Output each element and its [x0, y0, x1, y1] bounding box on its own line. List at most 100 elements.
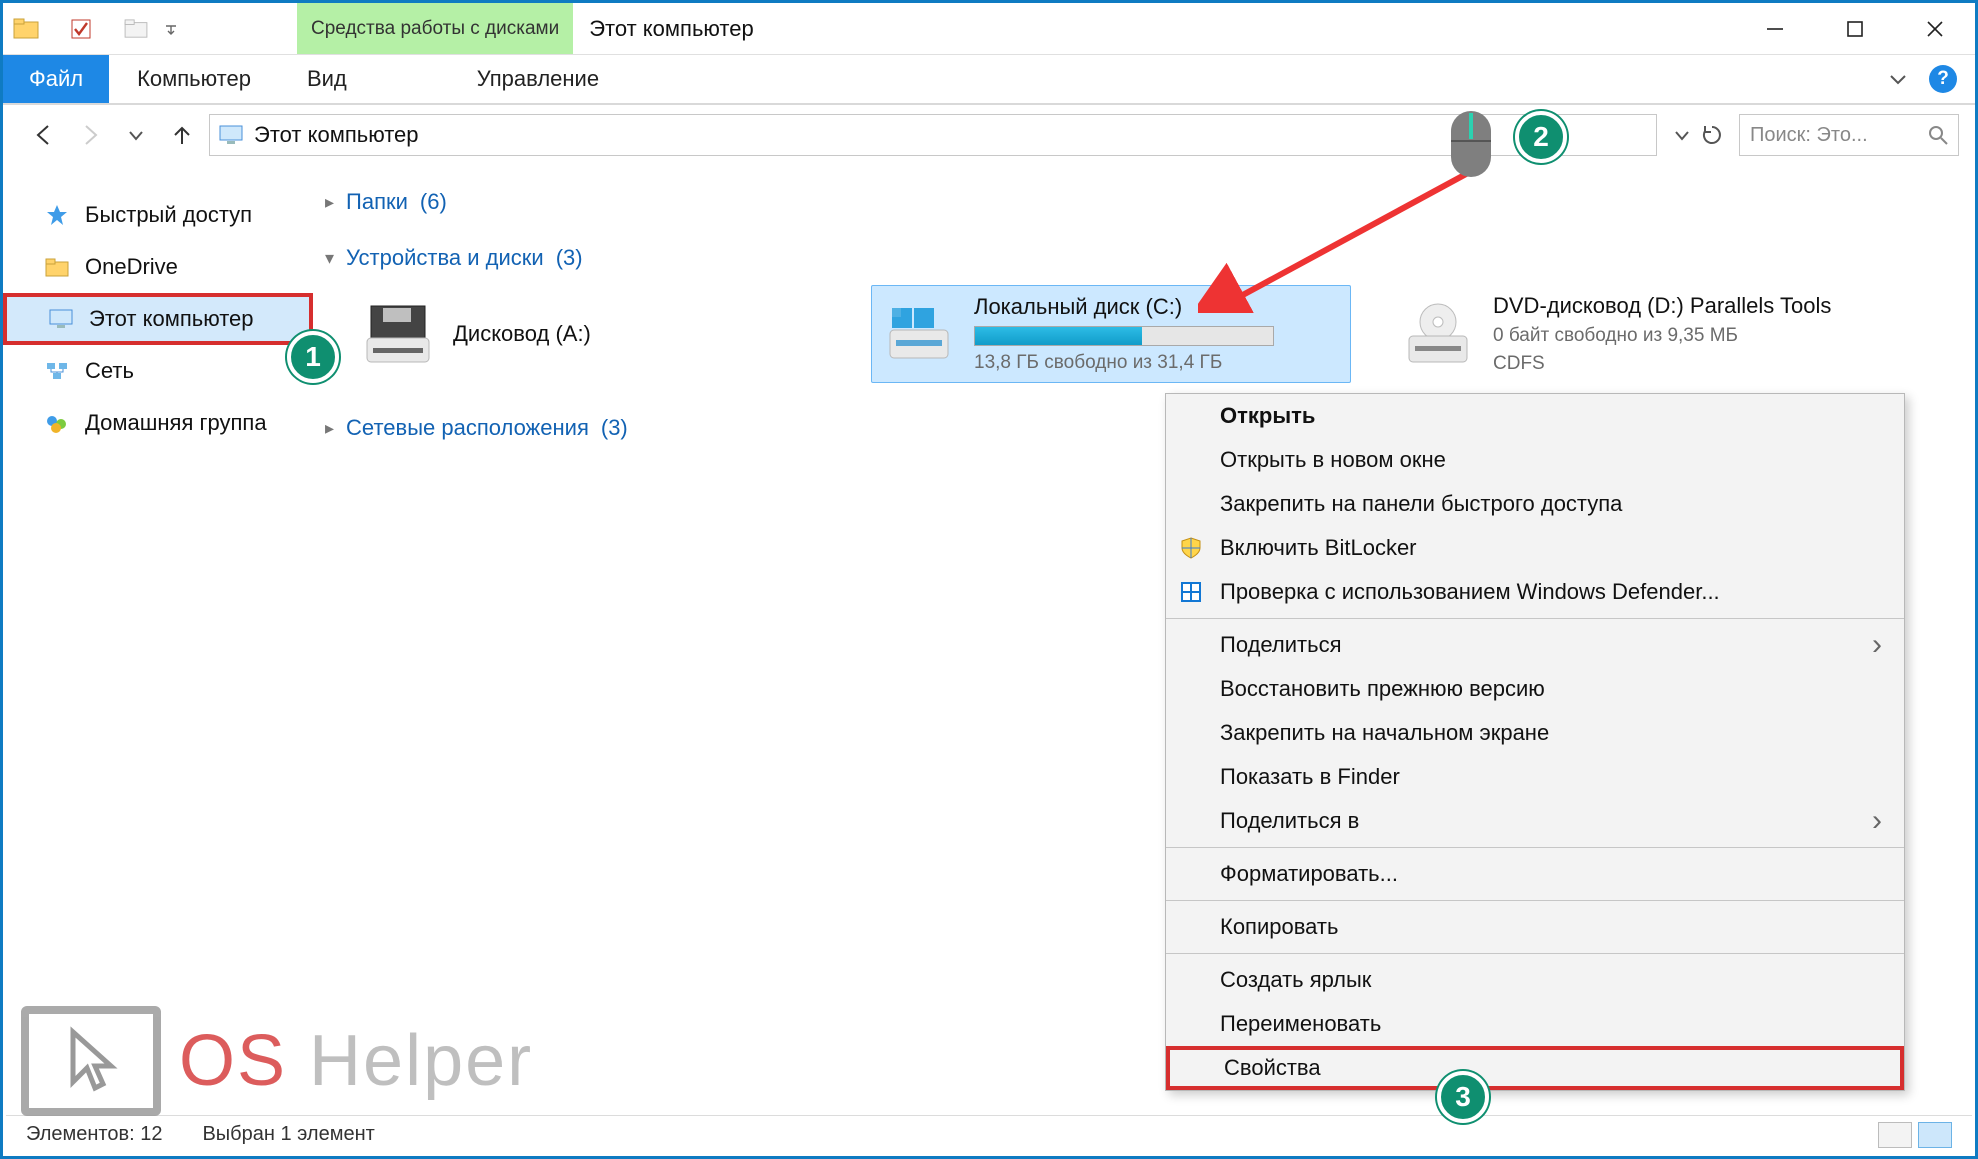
qat-customize-icon[interactable] — [161, 12, 181, 46]
network-icon — [43, 357, 71, 385]
watermark: OS Helper — [21, 1006, 533, 1116]
annotation-badge-2: 2 — [1515, 111, 1567, 163]
context-menu-item[interactable]: Поделиться› — [1166, 623, 1904, 667]
context-menu-label: Копировать — [1220, 914, 1338, 940]
sidebar-item-homegroup[interactable]: Домашняя группа — [3, 397, 313, 449]
tab-view[interactable]: Вид — [279, 55, 375, 103]
qat-properties-icon[interactable] — [64, 12, 98, 46]
watermark-os: OS — [179, 1021, 287, 1101]
navigation-pane: Быстрый доступ OneDrive Этот компьютер С… — [3, 165, 313, 1118]
group-count: (3) — [601, 415, 628, 441]
view-tiles-button[interactable] — [1918, 1122, 1952, 1148]
drive-floppy-a[interactable]: Дисковод (A:) — [351, 285, 831, 383]
context-menu-label: Закрепить на панели быстрого доступа — [1220, 491, 1622, 517]
tab-file[interactable]: Файл — [3, 55, 109, 103]
context-menu-label: Переименовать — [1220, 1011, 1381, 1037]
sidebar-item-this-pc[interactable]: Этот компьютер — [3, 293, 313, 345]
context-menu-label: Поделиться — [1220, 632, 1341, 658]
drive-local-c[interactable]: Локальный диск (C:) 13,8 ГБ свободно из … — [871, 285, 1351, 383]
context-menu-label: Проверка с использованием Windows Defend… — [1220, 579, 1720, 605]
drive-name: DVD-дисковод (D:) Parallels Tools — [1493, 293, 1831, 319]
drive-name: Локальный диск (C:) — [974, 294, 1274, 320]
nav-forward-button[interactable] — [71, 116, 109, 154]
homegroup-icon — [43, 409, 71, 437]
sidebar-item-label: Быстрый доступ — [85, 202, 252, 228]
status-selection: Выбран 1 элемент — [202, 1123, 374, 1146]
context-menu-label: Показать в Finder — [1220, 764, 1400, 790]
context-menu-item[interactable]: Открыть в новом окне — [1166, 438, 1904, 482]
chevron-right-icon: › — [1872, 804, 1882, 838]
context-menu-separator — [1166, 847, 1904, 848]
refresh-icon[interactable] — [1701, 124, 1723, 146]
context-menu-label: Создать ярлык — [1220, 967, 1371, 993]
context-menu-item[interactable]: Свойства — [1166, 1046, 1904, 1090]
context-menu-item[interactable]: Включить BitLocker — [1166, 526, 1904, 570]
context-menu-item[interactable]: Закрепить на панели быстрого доступа — [1166, 482, 1904, 526]
status-item-count: Элементов: 12 — [26, 1123, 162, 1146]
annotation-badge-1: 1 — [287, 331, 339, 383]
context-menu-item[interactable]: Создать ярлык — [1166, 958, 1904, 1002]
context-menu-item[interactable]: Открыть — [1166, 394, 1904, 438]
address-bar[interactable]: Этот компьютер — [209, 114, 1657, 156]
quick-access-toolbar — [3, 3, 187, 54]
context-menu-label: Включить BitLocker — [1220, 535, 1417, 561]
tab-manage[interactable]: Управление — [449, 55, 627, 103]
context-menu-label: Поделиться в — [1220, 808, 1359, 834]
nav-up-button[interactable] — [163, 116, 201, 154]
maximize-button[interactable] — [1815, 3, 1895, 54]
drive-free-space: 13,8 ГБ свободно из 31,4 ГБ — [974, 352, 1274, 374]
drive-free-space: 0 байт свободно из 9,35 МБ — [1493, 325, 1831, 347]
context-menu-item[interactable]: Форматировать... — [1166, 852, 1904, 896]
window-controls — [1735, 3, 1975, 54]
group-folders[interactable]: ▸ Папки (6) — [321, 183, 1967, 221]
status-bar: Элементов: 12 Выбран 1 элемент — [6, 1115, 1972, 1153]
drive-dvd-d[interactable]: DVD-дисковод (D:) Parallels Tools 0 байт… — [1391, 285, 1871, 383]
sidebar-item-network[interactable]: Сеть — [3, 345, 313, 397]
nav-recent-button[interactable] — [117, 116, 155, 154]
mouse-cursor-icon — [1441, 107, 1501, 187]
view-details-button[interactable] — [1878, 1122, 1912, 1148]
context-menu-label: Форматировать... — [1220, 861, 1398, 887]
chevron-down-icon: ▾ — [325, 248, 334, 269]
context-menu-item[interactable]: Поделиться в › — [1166, 799, 1904, 843]
context-menu-item[interactable]: Проверка с использованием Windows Defend… — [1166, 570, 1904, 614]
group-label: Устройства и диски — [346, 245, 544, 271]
context-menu-item[interactable]: Закрепить на начальном экране — [1166, 711, 1904, 755]
ribbon: Файл Компьютер Вид Управление ? — [3, 55, 1975, 105]
context-menu-item[interactable]: Восстановить прежнюю версию — [1166, 667, 1904, 711]
context-menu-item[interactable]: Копировать — [1166, 905, 1904, 949]
group-label: Папки — [346, 189, 408, 215]
help-icon[interactable]: ? — [1929, 65, 1957, 93]
context-menu-item[interactable]: Показать в Finder — [1166, 755, 1904, 799]
group-count: (3) — [556, 245, 583, 271]
close-button[interactable] — [1895, 3, 1975, 54]
context-menu-separator — [1166, 953, 1904, 954]
search-input[interactable]: Поиск: Это... — [1739, 114, 1959, 156]
this-pc-icon — [47, 305, 75, 333]
sidebar-item-label: Сеть — [85, 358, 134, 384]
floppy-drive-icon — [363, 299, 433, 369]
context-menu-item[interactable]: Переименовать — [1166, 1002, 1904, 1046]
context-menu-label: Восстановить прежнюю версию — [1220, 676, 1545, 702]
minimize-button[interactable] — [1735, 3, 1815, 54]
sidebar-item-quick-access[interactable]: Быстрый доступ — [3, 189, 313, 241]
tab-computer[interactable]: Компьютер — [109, 55, 279, 103]
drive-filesystem: CDFS — [1493, 353, 1831, 375]
ribbon-collapse-icon[interactable] — [1887, 68, 1909, 90]
sidebar-item-label: Домашняя группа — [85, 410, 267, 436]
address-dropdown-icon[interactable] — [1673, 126, 1691, 144]
chevron-right-icon: ▸ — [325, 192, 334, 213]
context-menu-separator — [1166, 618, 1904, 619]
group-devices[interactable]: ▾ Устройства и диски (3) — [321, 239, 1967, 277]
sidebar-item-onedrive[interactable]: OneDrive — [3, 241, 313, 293]
address-text: Этот компьютер — [254, 122, 419, 148]
dvd-drive-icon — [1403, 299, 1473, 369]
search-placeholder: Поиск: Это... — [1750, 124, 1868, 147]
qat-new-folder-icon[interactable] — [119, 12, 153, 46]
nav-back-button[interactable] — [25, 116, 63, 154]
group-label: Сетевые расположения — [346, 415, 589, 441]
shield-icon — [1178, 535, 1204, 561]
contextual-tab-header: Средства работы с дисками — [297, 3, 573, 54]
explorer-app-icon[interactable] — [9, 12, 43, 46]
window-title: Этот компьютер — [573, 3, 754, 54]
